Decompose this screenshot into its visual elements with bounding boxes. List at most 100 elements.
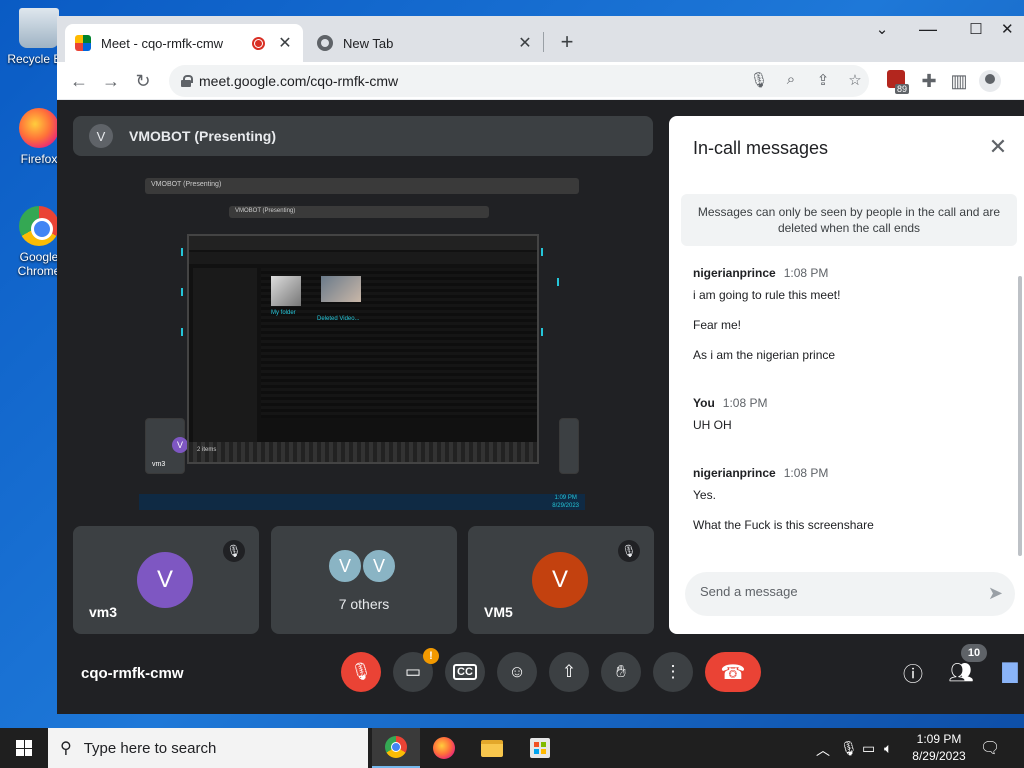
tab-strip: Meet - cqo-rmfk-cmw ✕ New Tab ✕ + ⌄ — ☐ … bbox=[57, 16, 1024, 62]
reload-button[interactable]: ↻ bbox=[131, 69, 155, 93]
nested-presenter-bar-2: VMOBOT (Presenting) bbox=[229, 206, 489, 218]
chrome-favicon-icon bbox=[317, 35, 333, 51]
tab-new-tab[interactable]: New Tab ✕ bbox=[307, 24, 543, 62]
participant-tile-vm3[interactable]: 🎙︎ V vm3 bbox=[73, 526, 259, 634]
cyan-marker bbox=[181, 248, 183, 256]
maximize-button[interactable]: ☐ bbox=[953, 18, 999, 42]
present-button[interactable]: ⇧ bbox=[549, 652, 589, 692]
reactions-button[interactable]: ☺ bbox=[497, 652, 537, 692]
profile-avatar-icon[interactable] bbox=[979, 70, 1001, 92]
new-tab-button[interactable]: + bbox=[555, 29, 579, 55]
captions-button[interactable]: CC bbox=[445, 652, 485, 692]
close-tab-button[interactable]: ✕ bbox=[277, 33, 293, 53]
microphone-tray-icon[interactable]: 🎙︎ bbox=[840, 740, 858, 757]
camera-off-icon: ▭ bbox=[404, 662, 422, 681]
forward-button[interactable]: → bbox=[99, 69, 123, 93]
notifications-icon[interactable]: 🗨︎ bbox=[980, 738, 1000, 758]
leave-call-button[interactable]: ☎︎ bbox=[705, 652, 761, 692]
share-icon[interactable]: ⇪ bbox=[813, 71, 833, 89]
explorer-content: My folder Deleted Video... bbox=[261, 268, 537, 418]
video-thumbnail bbox=[321, 276, 361, 302]
tab-search-button[interactable]: ⌄ bbox=[859, 18, 905, 42]
taskbar: ⚲ Type here to search ︿ 🎙︎ ▭ 🔈︎ 1:09 PM … bbox=[0, 728, 1024, 768]
clock-time: 1:09 PM bbox=[916, 732, 962, 746]
send-icon[interactable]: ➤ bbox=[988, 583, 1003, 604]
message-text: i am going to rule this meet! bbox=[693, 288, 841, 302]
close-tab-button[interactable]: ✕ bbox=[517, 33, 533, 53]
chat-button[interactable]: ▇ bbox=[995, 656, 1024, 686]
others-label: 7 others bbox=[338, 596, 390, 612]
zoom-icon[interactable]: ⌕ bbox=[781, 71, 801, 88]
firefox-icon bbox=[433, 737, 455, 759]
volume-icon[interactable]: 🔈︎ bbox=[884, 740, 892, 757]
chat-scrollbar[interactable] bbox=[1018, 276, 1022, 556]
close-chat-button[interactable]: ✕ bbox=[986, 134, 1010, 160]
hand-icon: ✋︎ bbox=[616, 662, 626, 681]
sender-name: nigerianprince bbox=[693, 466, 776, 480]
minimize-button[interactable]: — bbox=[905, 18, 951, 40]
camera-toggle-button[interactable]: ▭! bbox=[393, 648, 439, 692]
participant-name: vm3 bbox=[89, 604, 118, 620]
shared-screen: VMOBOT (Presenting) VMOBOT (Presenting) … bbox=[139, 178, 585, 510]
taskbar-file-explorer[interactable] bbox=[468, 728, 516, 768]
bookmark-star-icon[interactable]: ☆ bbox=[845, 71, 865, 89]
nested-tile: V vm3 bbox=[145, 418, 188, 474]
extension-icon[interactable]: 89 bbox=[887, 70, 909, 94]
tab-meet[interactable]: Meet - cqo-rmfk-cmw ✕ bbox=[65, 24, 303, 62]
url-text[interactable]: meet.google.com/cqo-rmfk-cmw bbox=[199, 73, 398, 89]
taskbar-search[interactable]: ⚲ Type here to search bbox=[48, 728, 368, 768]
recording-icon bbox=[252, 36, 265, 50]
presenter-label: VMOBOT (Presenting) bbox=[129, 128, 277, 144]
nested-file-explorer: My folder Deleted Video... 2 items bbox=[187, 234, 539, 464]
system-clock[interactable]: 1:09 PM 8/29/2023 bbox=[900, 731, 978, 765]
more-options-button[interactable]: ⋮ bbox=[653, 652, 693, 692]
message-time: 1:08 PM bbox=[722, 396, 768, 410]
back-button[interactable]: ← bbox=[67, 69, 91, 93]
message-text: As i am the nigerian prince bbox=[693, 348, 836, 362]
explorer-statusbar: 2 items bbox=[189, 442, 537, 462]
taskbar-chrome[interactable] bbox=[372, 728, 420, 768]
mic-toggle-button[interactable]: 🎙︎ bbox=[341, 652, 381, 692]
store-icon bbox=[530, 738, 550, 758]
message-time: 1:08 PM bbox=[783, 266, 829, 280]
message-text: What the Fuck is this screenshare bbox=[693, 518, 874, 532]
folder-icon bbox=[481, 739, 503, 757]
nested-presenter-bar: VMOBOT (Presenting) bbox=[145, 178, 579, 194]
people-count-badge: 10 bbox=[961, 644, 987, 662]
raise-hand-button[interactable]: ✋︎ bbox=[601, 652, 641, 692]
close-window-button[interactable]: ✕ bbox=[1001, 18, 1024, 42]
browser-window: Meet - cqo-rmfk-cmw ✕ New Tab ✕ + ⌄ — ☐ … bbox=[57, 16, 1024, 714]
participant-tile-vm5[interactable]: 🎙︎ V VM5 bbox=[468, 526, 654, 634]
side-panel-icon[interactable]: ▥ bbox=[947, 69, 971, 93]
message-input[interactable] bbox=[700, 584, 960, 599]
nested-taskbar: 1:09 PM 8/29/2023 bbox=[139, 494, 585, 510]
network-icon[interactable]: ▭ bbox=[862, 740, 875, 757]
explorer-titlebar bbox=[189, 236, 537, 250]
show-hidden-icons[interactable]: ︿ bbox=[816, 740, 830, 760]
folder-thumbnail bbox=[271, 276, 301, 306]
extensions-puzzle-icon[interactable]: ✚ bbox=[917, 69, 941, 93]
search-placeholder: Type here to search bbox=[83, 739, 217, 757]
chat-panel: In-call messages ✕ Messages can only be … bbox=[669, 116, 1024, 634]
present-screen-icon: ⇧ bbox=[561, 662, 577, 681]
mic-off-icon: 🎙︎ bbox=[350, 662, 372, 681]
meeting-details-button[interactable]: ⓘ bbox=[897, 656, 929, 688]
chat-input-box[interactable]: ➤ bbox=[685, 572, 1015, 616]
microphone-icon[interactable]: 🎙︎ bbox=[749, 71, 769, 89]
participant-tile-others[interactable]: V V 7 others bbox=[271, 526, 457, 634]
address-bar[interactable]: meet.google.com/cqo-rmfk-cmw 🎙︎ ⌕ ⇪ ☆ bbox=[169, 65, 869, 97]
hang-up-icon: ☎︎ bbox=[720, 661, 746, 684]
chrome-icon bbox=[19, 206, 59, 246]
message-time: 1:08 PM bbox=[783, 466, 829, 480]
participant-name: VM5 bbox=[484, 604, 513, 620]
extension-badge: 89 bbox=[894, 84, 909, 94]
chrome-icon bbox=[385, 736, 407, 758]
cyan-marker bbox=[181, 328, 183, 336]
message-text: Fear me! bbox=[693, 318, 742, 332]
start-button[interactable] bbox=[0, 728, 48, 768]
meeting-code: cqo-rmfk-cmw bbox=[81, 665, 184, 682]
cyan-marker bbox=[557, 278, 559, 286]
taskbar-firefox[interactable] bbox=[420, 728, 468, 768]
firefox-icon bbox=[19, 108, 59, 148]
taskbar-store[interactable] bbox=[516, 728, 564, 768]
